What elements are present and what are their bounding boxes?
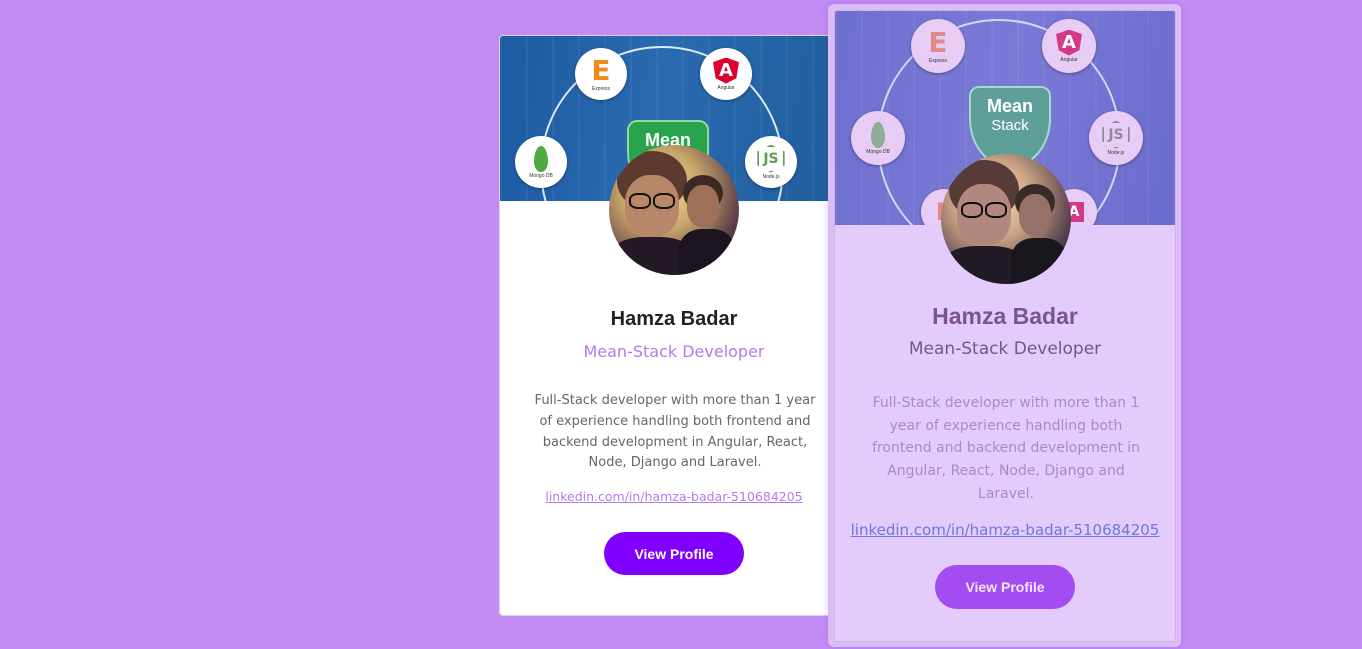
mongodb-icon: Mongo DB xyxy=(851,111,905,165)
linkedin-link[interactable]: linkedin.com/in/hamza-badar-510684205 xyxy=(500,489,848,504)
angular-icon: A Angular xyxy=(700,48,752,100)
nodejs-icon: JS Node.js xyxy=(1089,111,1143,165)
express-icon: E Express xyxy=(575,48,627,100)
profile-bio: Full-Stack developer with more than 1 ye… xyxy=(871,395,1141,502)
view-profile-button[interactable]: View Profile xyxy=(935,565,1075,609)
avatar xyxy=(609,145,739,275)
profile-name: Hamza Badar xyxy=(610,308,738,330)
mongodb-icon: Mongo DB xyxy=(515,136,567,188)
profile-name: Hamza Badar xyxy=(932,303,1078,329)
profile-role: Mean-Stack Developer xyxy=(908,339,1102,359)
profile-role: Mean-Stack Developer xyxy=(583,342,765,361)
express-icon: E Express xyxy=(911,19,965,73)
profile-card: E Express A Angular Mongo DB JS Node.js … xyxy=(499,35,849,616)
view-profile-button[interactable]: View Profile xyxy=(604,532,744,575)
linkedin-link[interactable]: linkedin.com/in/hamza-badar-510684205 xyxy=(835,521,1175,539)
angular-icon: A Angular xyxy=(1042,19,1096,73)
avatar xyxy=(941,154,1071,284)
profile-card-hover: E Express A Angular Mongo DB JS Node.js … xyxy=(834,10,1176,642)
profile-bio: Full-Stack developer with more than 1 ye… xyxy=(534,393,816,471)
nodejs-icon: JS Node.js xyxy=(745,136,797,188)
